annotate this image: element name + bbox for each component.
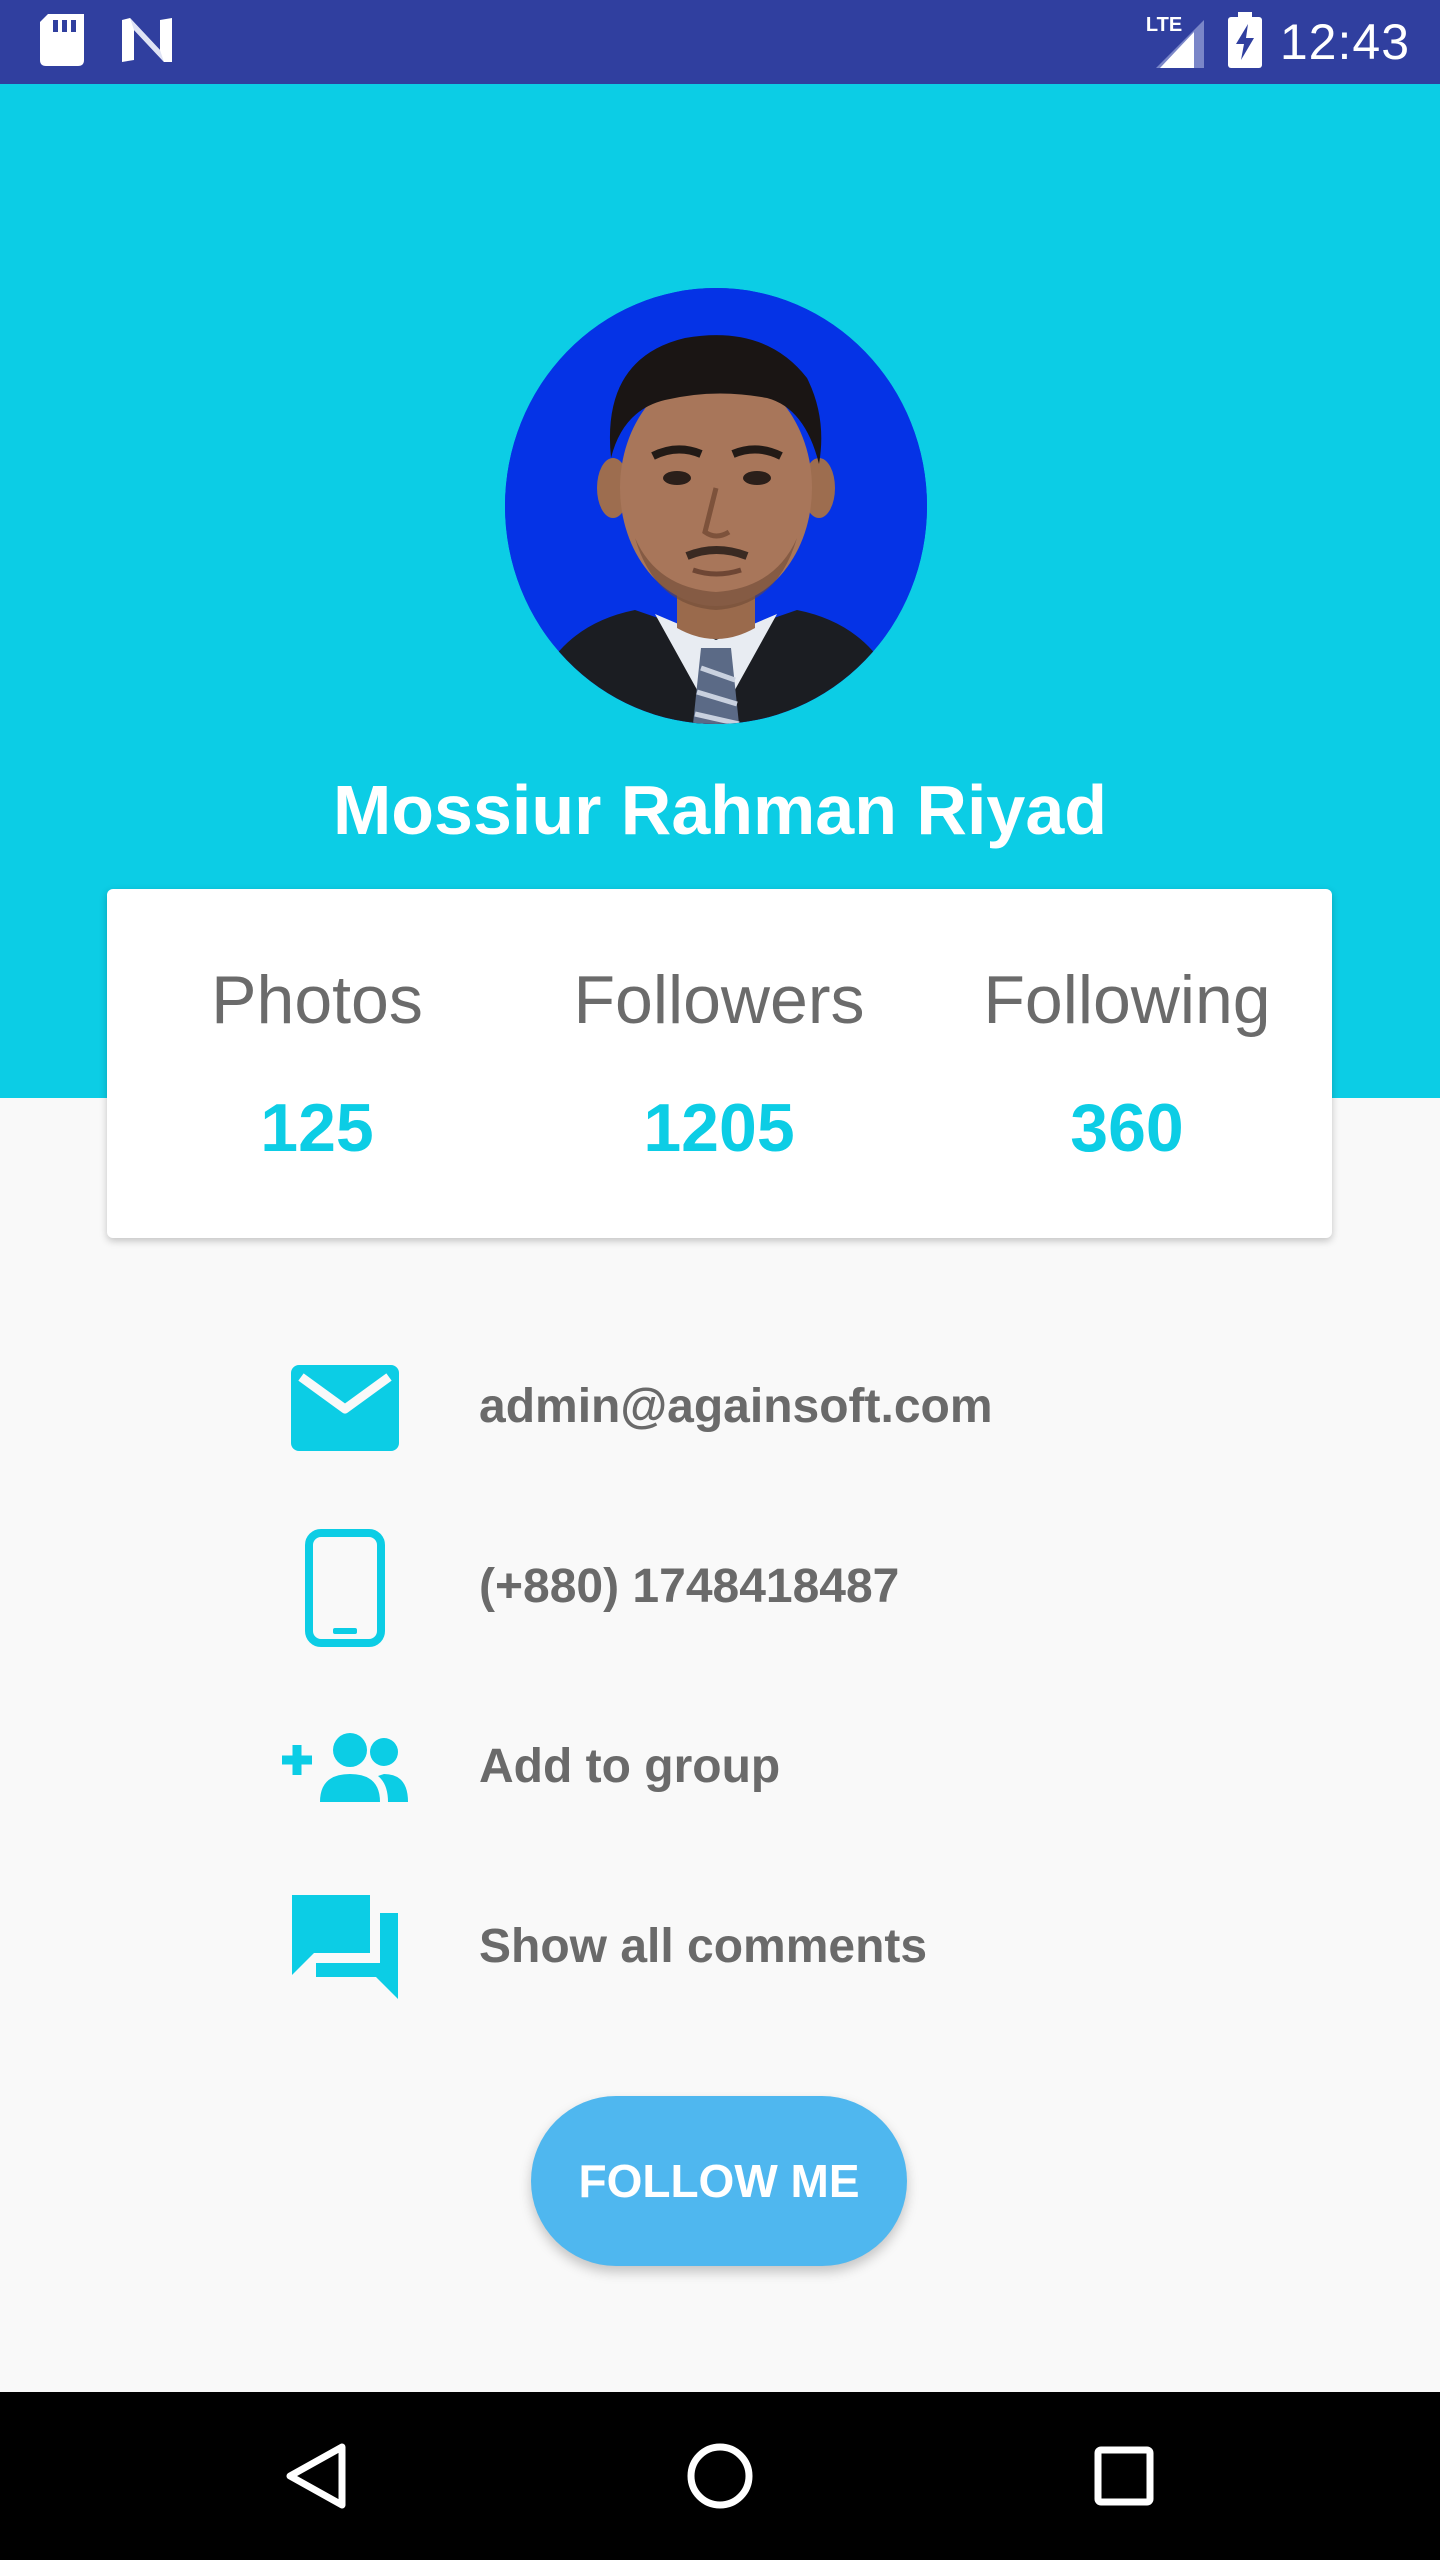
email-icon: [270, 1343, 420, 1473]
stat-value: 1205: [643, 1090, 795, 1166]
sd-card-icon: [40, 14, 84, 71]
email-row[interactable]: admin@againsoft.com: [270, 1343, 1270, 1473]
stats-card: Photos 125 Followers 1205 Following 360: [107, 889, 1332, 1238]
phone-text: (+880) 1748418487: [479, 1560, 900, 1613]
follow-me-button[interactable]: FOLLOW ME: [531, 2096, 907, 2266]
phone-row[interactable]: (+880) 1748418487: [270, 1523, 1270, 1653]
recents-icon[interactable]: [1074, 2426, 1174, 2526]
group-add-icon: [270, 1703, 420, 1833]
profile-avatar[interactable]: [505, 288, 927, 724]
stat-label: Photos: [211, 962, 423, 1038]
stat-photos[interactable]: Photos 125: [117, 889, 517, 1238]
email-text: admin@againsoft.com: [479, 1380, 993, 1433]
stat-value: 360: [1070, 1090, 1184, 1166]
comments-row[interactable]: Show all comments: [270, 1883, 1270, 2013]
status-bar: LTE 12:43: [0, 0, 1440, 84]
battery-charging-icon: [1227, 11, 1262, 73]
stat-label: Followers: [573, 962, 865, 1038]
add-group-text: Add to group: [479, 1740, 781, 1793]
navigation-bar: [0, 2392, 1440, 2560]
add-group-row[interactable]: Add to group: [270, 1703, 1270, 1833]
profile-name: Mossiur Rahman Riyad: [332, 771, 1108, 849]
lte-signal-icon: LTE: [1146, 10, 1210, 74]
back-icon[interactable]: [266, 2426, 366, 2526]
comments-text: Show all comments: [479, 1920, 928, 1973]
home-icon[interactable]: [670, 2426, 770, 2526]
stat-label: Following: [983, 962, 1271, 1038]
n-logo-icon: [120, 16, 174, 69]
forum-icon: [270, 1883, 420, 2013]
stat-value: 125: [260, 1090, 374, 1166]
status-time: 12:43: [1279, 14, 1410, 70]
smartphone-icon: [270, 1523, 420, 1653]
stat-followers[interactable]: Followers 1205: [519, 889, 919, 1238]
stat-following[interactable]: Following 360: [927, 889, 1327, 1238]
